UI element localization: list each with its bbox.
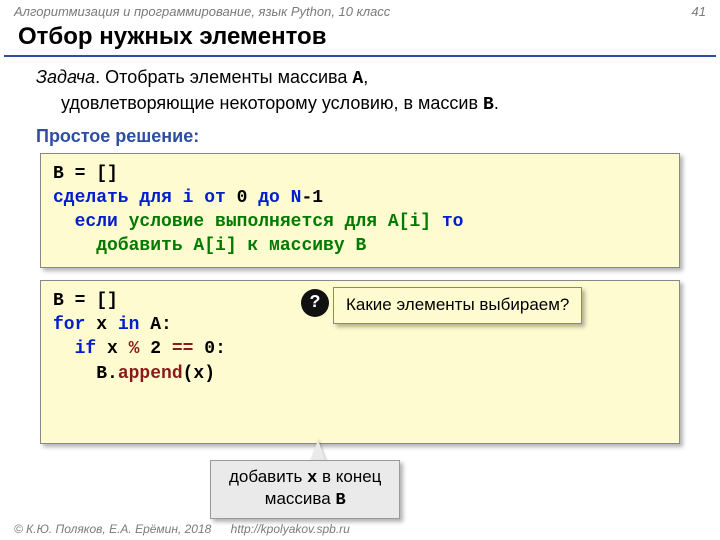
array-a: A xyxy=(352,69,363,89)
callout-box: Какие элементы выбираем? xyxy=(333,287,582,324)
python-box: B = [] for x in A: if x % 2 == 0: B.appe… xyxy=(40,280,680,444)
array-b: B xyxy=(483,95,494,115)
question-icon: ? xyxy=(301,289,329,317)
task-label: Задача xyxy=(36,67,95,87)
callout-pointer xyxy=(310,440,326,462)
slide-title: Отбор нужных элементов xyxy=(4,21,716,57)
subheading: Простое решение: xyxy=(0,126,720,153)
header: Алгоритмизация и программирование, язык … xyxy=(0,0,720,21)
footer: © К.Ю. Поляков, Е.А. Ерёмин, 2018 http:/… xyxy=(14,522,350,536)
pseudocode-box: B = [] сделать для i от 0 до N-1 если ус… xyxy=(40,153,680,268)
footer-link[interactable]: http://kpolyakov.spb.ru xyxy=(231,522,350,536)
page-number: 41 xyxy=(692,4,706,19)
copyright: © К.Ю. Поляков, Е.А. Ерёмин, 2018 xyxy=(14,522,211,536)
task-text: Задача. Отобрать элементы массива A, удо… xyxy=(0,57,720,126)
course-name: Алгоритмизация и программирование, язык … xyxy=(14,4,390,19)
append-note: добавить x в конец массива B xyxy=(210,460,400,519)
